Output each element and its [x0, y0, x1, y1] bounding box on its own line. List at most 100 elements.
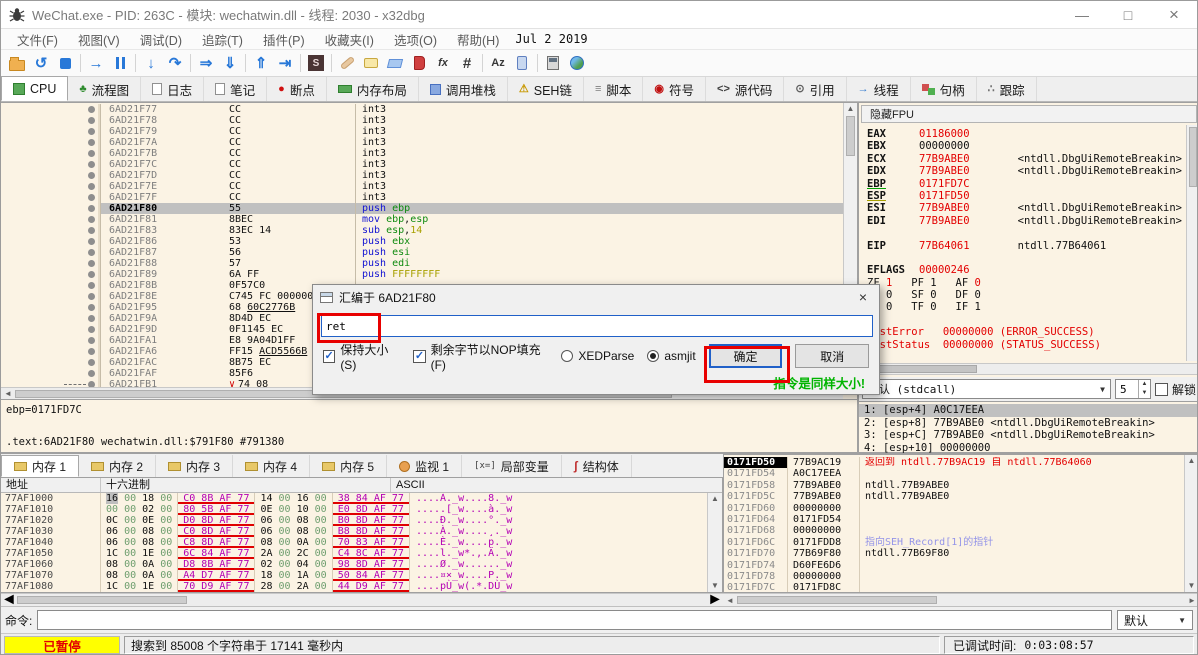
disassembly-row[interactable]: 6AD21F8055push ebp — [1, 203, 843, 214]
breakpoint-dot-icon[interactable] — [88, 183, 95, 190]
tab-symbols[interactable]: ◉符号 — [643, 77, 706, 101]
disassembly-row[interactable]: 6AD21F79CCint3 — [1, 126, 843, 137]
breakpoint-dot-icon[interactable] — [88, 271, 95, 278]
breakpoint-dot-icon[interactable] — [88, 194, 95, 201]
stack-row[interactable]: 0171FD640171FD54 — [724, 514, 1184, 525]
breakpoint-gutter[interactable] — [1, 324, 101, 335]
scroll-up-arrow-icon[interactable]: ▲ — [708, 493, 722, 505]
memtab-mem5[interactable]: 内存 5 — [310, 455, 387, 477]
breakpoint-dot-icon[interactable] — [88, 117, 95, 124]
breakpoint-dot-icon[interactable] — [88, 172, 95, 179]
stop-icon[interactable] — [53, 52, 77, 74]
assemble-instruction-input[interactable] — [321, 315, 873, 337]
last-status-row[interactable]: LastStatus 00000000 (STATUS_SUCCESS) — [867, 339, 1185, 351]
tab-threads[interactable]: →线程 — [847, 77, 911, 101]
breakpoint-dot-icon[interactable] — [88, 227, 95, 234]
minimize-button[interactable]: — — [1059, 1, 1105, 28]
breakpoint-gutter[interactable] — [1, 302, 101, 313]
breakpoint-gutter[interactable] — [1, 313, 101, 324]
run-icon[interactable]: → — [84, 52, 108, 74]
scroll-left-arrow-icon[interactable]: ◄ — [723, 596, 737, 605]
disassembly-row[interactable]: 6AD21F896A FFpush FFFFFFFF — [1, 269, 843, 280]
close-button[interactable]: × — [1151, 1, 1197, 28]
scrollbar-thumb[interactable] — [737, 596, 937, 604]
menu-item[interactable]: 帮助(H) — [447, 30, 509, 49]
breakpoint-gutter[interactable] — [1, 203, 101, 214]
patch-icon[interactable] — [335, 52, 359, 74]
scrollbar-thumb[interactable] — [17, 596, 187, 604]
scroll-up-arrow-icon[interactable]: ▲ — [844, 103, 857, 115]
memtab-struct[interactable]: ʃ结构体 — [562, 455, 632, 477]
stack-row[interactable]: 0171FD5877B9ABE0ntdll.77B9ABE0 — [724, 480, 1184, 491]
argument-row[interactable]: 3: [esp+C] 77B9ABE0 <ntdll.DbgUiRemoteBr… — [859, 429, 1198, 442]
tab-references[interactable]: ⊙引用 — [784, 77, 846, 101]
calculator-icon[interactable] — [541, 52, 565, 74]
breakpoint-dot-icon[interactable] — [88, 337, 95, 344]
strings-icon[interactable]: Az — [486, 52, 510, 74]
menu-item[interactable]: 视图(V) — [68, 30, 130, 49]
argument-row[interactable]: 1: [esp+4] A0C17EEA — [859, 404, 1198, 417]
breakpoint-dot-icon[interactable] — [88, 282, 95, 289]
breakpoint-dot-icon[interactable] — [88, 238, 95, 245]
register-row[interactable]: EDI77B9ABE0 <ntdll.DbgUiRemoteBreakin> — [867, 215, 1185, 227]
xedparse-radio[interactable] — [561, 350, 573, 362]
asmjit-radio[interactable] — [647, 350, 659, 362]
breakpoint-dot-icon[interactable] — [88, 106, 95, 113]
memory-dump-view[interactable]: 地址 十六进制 ASCII 77AF100016 00 18 00C0 8B A… — [1, 477, 723, 593]
breakpoint-dot-icon[interactable] — [88, 293, 95, 300]
disassembly-row[interactable]: 6AD21F7FCCint3 — [1, 192, 843, 203]
breakpoint-dot-icon[interactable] — [88, 304, 95, 311]
stack-horizontal-scrollbar[interactable]: ◄ ► — [723, 593, 1198, 606]
nop-fill-option[interactable]: ✓ 剩余字节以NOP填充(F) — [413, 341, 548, 372]
menu-item[interactable]: 文件(F) — [7, 30, 68, 49]
disassembly-row[interactable]: 6AD21F7CCCint3 — [1, 159, 843, 170]
breakpoint-dot-icon[interactable] — [88, 139, 95, 146]
registers-vertical-scrollbar[interactable] — [1186, 125, 1198, 361]
tab-breakpoints[interactable]: ●断点 — [267, 77, 327, 101]
dump-vertical-scrollbar[interactable]: ▲ ▼ — [707, 493, 722, 592]
disassembly-row[interactable]: 6AD21F7ACCint3 — [1, 137, 843, 148]
dump-horizontal-scrollbar[interactable]: ◄ ► — [1, 593, 723, 606]
breakpoint-gutter[interactable] — [1, 137, 101, 148]
step-into-icon[interactable]: ↓ — [139, 52, 163, 74]
calls-icon[interactable]: # — [455, 52, 479, 74]
stack-row[interactable]: 0171FD74D60FE6D6 — [724, 560, 1184, 571]
register-row[interactable]: EFLAGS00000246 — [867, 264, 1185, 276]
breakpoint-gutter[interactable] — [1, 247, 101, 258]
disassembly-row[interactable]: 6AD21F77CCint3 — [1, 104, 843, 115]
register-row[interactable]: ESP0171FD50 — [867, 190, 1185, 202]
dump-row[interactable]: 77AF104006 00 08 00C8 8D AF 7708 00 0A 0… — [1, 537, 707, 548]
nop-fill-checkbox[interactable]: ✓ — [413, 350, 425, 363]
dump-row[interactable]: 77AF10200C 00 0E 00D0 8D AF 7706 00 08 0… — [1, 515, 707, 526]
unlock-checkbox[interactable] — [1155, 383, 1168, 396]
register-row[interactable] — [867, 227, 1185, 239]
argument-count-stepper[interactable]: 5 ▲▼ — [1115, 379, 1151, 399]
command-input[interactable] — [37, 610, 1112, 630]
scroll-right-arrow-icon[interactable]: ► — [1185, 596, 1198, 605]
breakpoint-dot-icon[interactable] — [88, 370, 95, 377]
tab-graph[interactable]: ♣流程图 — [68, 77, 141, 101]
memtab-watch1[interactable]: 监视 1 — [387, 455, 462, 477]
register-row[interactable]: EBP0171FD7C — [867, 178, 1185, 190]
breakpoint-gutter[interactable] — [1, 181, 101, 192]
pause-icon[interactable] — [108, 52, 132, 74]
flags-row[interactable]: OF 0 SF 0 DF 0 — [867, 289, 1185, 301]
tab-handles[interactable]: 句柄 — [911, 77, 977, 101]
tab-log[interactable]: 日志 — [141, 77, 204, 101]
memtab-mem2[interactable]: 内存 2 — [79, 455, 156, 477]
dump-row[interactable]: 77AF10801C 00 1E 0070 D9 AF 7728 00 2A 0… — [1, 581, 707, 592]
breakpoint-gutter[interactable] — [1, 104, 101, 115]
tab-cpu[interactable]: CPU — [1, 76, 68, 101]
breakpoint-gutter[interactable] — [1, 368, 101, 379]
breakpoint-dot-icon[interactable] — [88, 326, 95, 333]
breakpoint-gutter[interactable] — [1, 346, 101, 357]
register-row[interactable]: EIP77B64061 ntdll.77B64061 — [867, 240, 1185, 252]
argument-row[interactable]: 2: [esp+8] 77B9ABE0 <ntdll.DbgUiRemoteBr… — [859, 417, 1198, 430]
menu-item[interactable]: 收藏夹(I) — [315, 30, 384, 49]
maximize-button[interactable]: □ — [1105, 1, 1151, 28]
spin-up-icon[interactable]: ▲ — [1139, 380, 1150, 389]
disassembly-row[interactable]: 6AD21F8857push edi — [1, 258, 843, 269]
flags-row[interactable]: ZF 1 PF 1 AF 0 — [867, 277, 1185, 289]
labels-icon[interactable] — [383, 52, 407, 74]
tab-callstack[interactable]: 调用堆栈 — [419, 77, 508, 101]
